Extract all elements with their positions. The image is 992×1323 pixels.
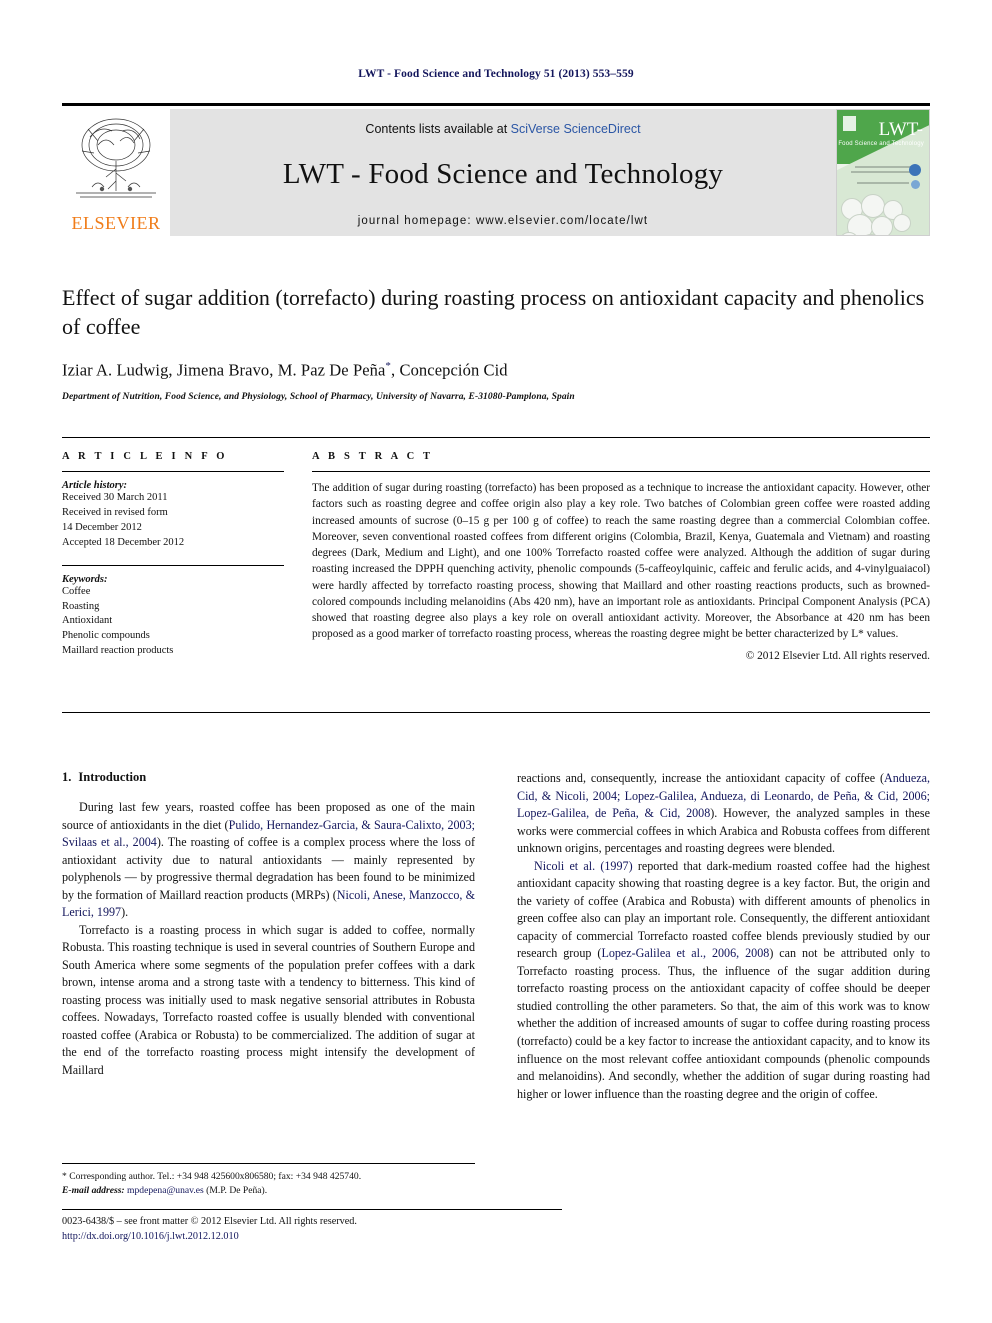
text-run: Corresponding author. Tel.: +34 948 4256… [66,1171,362,1182]
footnote-email-line: E-mail address: mpdepena@unav.es (M.P. D… [62,1184,475,1198]
divider [312,471,930,472]
footnote-phone-line: * Corresponding author. Tel.: +34 948 42… [62,1170,475,1184]
elsevier-wordmark: ELSEVIER [71,213,161,233]
paragraph: reactions and, consequently, increase th… [517,770,930,858]
journal-masthead: ELSEVIER Contents lists available at Sci… [62,103,930,236]
section-heading-introduction: 1. Introduction [62,770,475,785]
history-item: Received in revised form [62,506,168,518]
text-run: ) can not be attributed only to Torrefac… [517,946,930,1101]
article-title: Effect of sugar addition (torrefacto) du… [62,285,925,340]
author-list: Iziar A. Ludwig, Jimena Bravo, M. Paz De… [62,360,930,381]
journal-cover-thumbnail: LWT- Food Science and Technology [836,109,930,236]
citation-link[interactable]: Lopez-Galilea et al., 2006, 2008 [601,946,769,960]
keyword-item: Roasting [62,600,100,612]
journal-band: Contents lists available at SciVerse Sci… [170,109,836,236]
elsevier-mark-icon [843,116,856,131]
paragraph: Nicoli et al. (1997) reported that dark-… [517,858,930,1103]
running-head: LWT - Food Science and Technology 51 (20… [358,68,634,80]
email-link[interactable]: mpdepena@unav.es [127,1185,204,1196]
paragraph: During last few years, roasted coffee ha… [62,799,475,922]
article-info-column: A R T I C L E I N F O Article history: R… [62,451,312,662]
divider [62,712,930,713]
title-block: Effect of sugar addition (torrefacto) du… [62,283,930,402]
contents-available-line: Contents lists available at SciVerse Sci… [170,109,836,136]
article-history-label: Article history: [62,480,128,491]
info-abstract-region: A R T I C L E I N F O Article history: R… [62,437,930,662]
abstract-copyright: © 2012 Elsevier Ltd. All rights reserved… [745,649,930,662]
author-names-tail: , Concepción Cid [391,360,508,380]
keywords-label: Keywords: [62,573,108,585]
cover-title: LWT- [878,119,923,140]
section-title: Introduction [78,770,147,784]
author-names: Iziar A. Ludwig, Jimena Bravo, M. Paz De… [62,360,386,380]
article-info-heading: A R T I C L E I N F O [62,451,228,462]
history-item: Accepted 18 December 2012 [62,536,185,548]
issn-doi-block: 0023-6438/$ – see front matter © 2012 El… [62,1209,562,1245]
divider [62,471,284,472]
journal-homepage[interactable]: journal homepage: www.elsevier.com/locat… [170,215,836,227]
body-column-right: reactions and, consequently, increase th… [517,770,930,1210]
keyword-item: Maillard reaction products [62,645,174,657]
issn-line: 0023-6438/$ – see front matter © 2012 El… [62,1216,357,1227]
divider [62,564,284,566]
citation-link[interactable]: Nicoli et al. (1997) [534,859,633,873]
body-columns: 1. Introduction During last few years, ro… [62,770,930,1210]
section-number: 1. [62,770,72,784]
keyword-item: Phenolic compounds [62,630,150,642]
elsevier-tree-icon [76,118,156,198]
text-run: reactions and, consequently, increase th… [517,771,884,785]
body-column-left: 1. Introduction During last few years, ro… [62,770,475,1210]
cover-subtitle: Food Science and Technology [838,141,924,147]
text-run: ). [121,905,129,920]
keyword-item: Coffee [62,585,91,597]
keyword-item: Antioxidant [62,615,113,627]
journal-title: LWT - Food Science and Technology [282,158,724,190]
sciencedirect-link[interactable]: SciVerse ScienceDirect [511,122,641,136]
history-item: Received 30 March 2011 [62,492,168,503]
doi-link[interactable]: http://dx.doi.org/10.1016/j.lwt.2012.12.… [62,1230,562,1245]
paragraph: Torrefacto is a roasting process in whic… [62,922,475,1077]
abstract-heading: A B S T R A C T [312,451,434,462]
corresponding-author-footnote: * Corresponding author. Tel.: +34 948 42… [62,1163,475,1198]
abstract-text: The addition of sugar during roasting (t… [312,482,930,641]
elsevier-logo: ELSEVIER [62,109,170,236]
contents-prefix: Contents lists available at [365,122,511,136]
email-label: E-mail address: [62,1184,125,1196]
abstract-column: A B S T R A C T The addition of sugar du… [312,451,930,662]
text-run: (M.P. De Peña). [203,1184,268,1196]
affiliation: Department of Nutrition, Food Science, a… [62,391,575,402]
article-first-page: LWT - Food Science and Technology 51 (20… [0,0,992,1323]
history-item: 14 December 2012 [62,521,142,533]
